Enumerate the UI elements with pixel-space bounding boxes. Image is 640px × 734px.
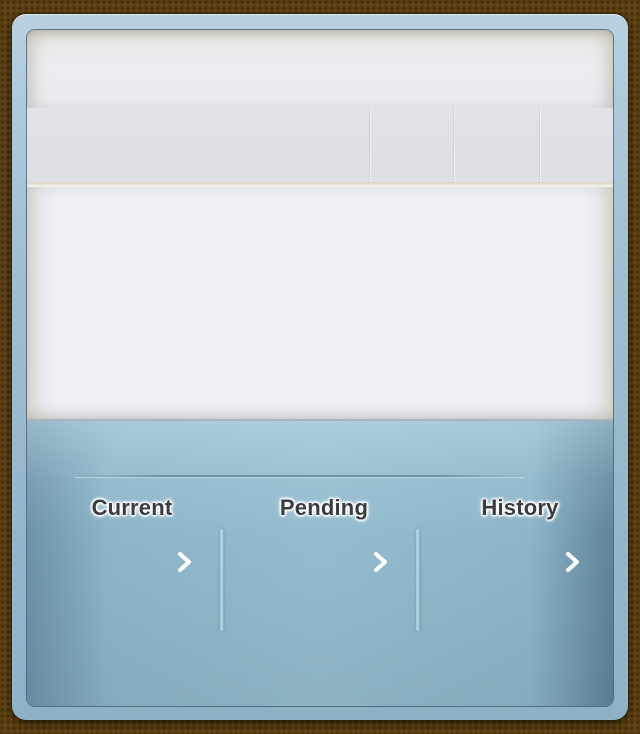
- app-inner-panel: Current Pending History: [27, 30, 613, 706]
- header-cell-2: [370, 108, 454, 182]
- top-banner-area: [27, 30, 613, 108]
- header-cell-4: [540, 108, 613, 182]
- header-bar: [27, 108, 613, 183]
- navigation-panel: Current Pending History: [27, 419, 613, 706]
- header-cell-3: [454, 108, 540, 182]
- chevron-right-icon: [178, 552, 191, 572]
- nav-item-history[interactable]: History: [455, 495, 585, 605]
- nav-item-pending[interactable]: Pending: [259, 495, 389, 605]
- panel-groove: [75, 475, 525, 477]
- chevron-right-icon: [374, 552, 387, 572]
- content-panel: [27, 187, 613, 419]
- chevron-right-icon: [566, 552, 579, 572]
- nav-item-current-label: Current: [91, 495, 173, 520]
- nav-separator: [416, 529, 420, 631]
- nav-item-current[interactable]: Current: [67, 495, 197, 605]
- nav-item-pending-label: Pending: [279, 495, 369, 520]
- header-cell-main: [27, 108, 370, 182]
- app-frame: Current Pending History: [12, 14, 628, 720]
- nav-separator: [220, 529, 224, 631]
- nav-item-history-label: History: [481, 495, 559, 520]
